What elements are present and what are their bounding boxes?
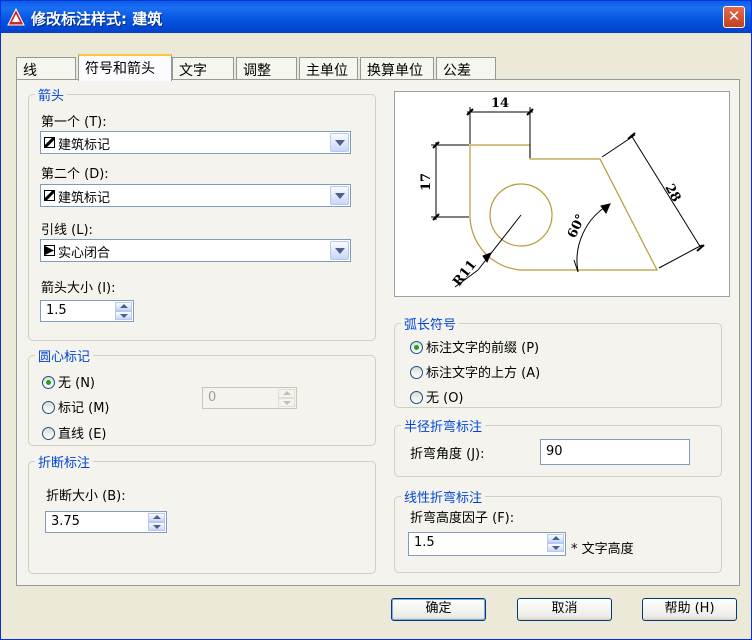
ok-button[interactable]: 确定 [391,598,486,621]
dimension-style-dialog: 修改标注样式: 建筑 ✕ 线 符号和箭头 文字 调整 主单位 换算单位 公差 箭… [0,0,752,640]
radio-dot-icon [410,391,423,404]
tab-label: 主单位 [306,63,348,79]
arrow-size-value: 1.5 [46,303,67,318]
radio-dot-icon [42,427,55,440]
center-mark-size-spinner: 0 [202,387,297,409]
center-marks-group-title: 圆心标记 [38,350,91,365]
tab-primary-units[interactable]: 主单位 [299,57,358,79]
center-mark-none-radio[interactable]: 无 (N) [42,372,95,391]
radio-label: 标注文字的前缀 (P) [426,341,540,356]
radio-label: 直线 (E) [58,427,107,442]
leader-label: 引线 (L): [41,223,93,238]
title-bar[interactable]: 修改标注样式: 建筑 ✕ [1,1,751,33]
tab-text[interactable]: 文字 [172,57,234,79]
spin-up-icon[interactable] [115,302,132,311]
radio-dot-icon [42,401,55,414]
radio-label: 无 (N) [58,376,96,391]
architectural-tick-icon [44,190,55,201]
tab-label: 符号和箭头 [85,61,155,77]
preview-angle: 60° [565,212,589,241]
arrowheads-group-title: 箭头 [38,89,65,104]
spin-down-icon[interactable] [115,311,132,320]
arrow-size-label: 箭头大小 (I): [41,281,116,296]
jog-factor-label: 折弯高度因子 (F): [410,511,515,526]
chevron-down-icon[interactable] [330,133,349,152]
radio-dot-icon [410,341,423,354]
preview-drawing: 14 17 28 60° R11 [419,96,705,289]
spin-down-icon[interactable] [148,522,165,531]
radio-dot-icon [42,376,55,389]
arc-prefix-radio[interactable]: 标注文字的前缀 (P) [410,337,539,356]
cancel-button[interactable]: 取消 [517,598,612,621]
jog-angle-value: 90 [546,444,563,459]
first-arrow-value: 建筑标记 [58,138,111,153]
spin-up-icon[interactable] [547,534,564,543]
chevron-down-icon[interactable] [330,241,349,260]
break-size-value: 3.75 [51,514,80,529]
preview-outline [469,144,658,271]
tab-label: 换算单位 [367,63,423,79]
preview-dim-left: 17 [419,173,434,191]
jog-angle-input[interactable]: 90 [540,439,690,465]
tab-fit[interactable]: 调整 [236,57,297,79]
second-arrow-value: 建筑标记 [58,191,111,206]
window-title: 修改标注样式: 建筑 [31,10,163,28]
tab-alternate-units[interactable]: 换算单位 [360,57,434,79]
dim-break-group-title: 折断标注 [38,456,91,471]
break-size-label: 折断大小 (B): [46,489,126,504]
style-preview: 14 17 28 60° R11 [394,91,730,297]
arrow-size-spinner[interactable]: 1.5 [40,300,134,322]
tab-label: 线 [23,63,37,79]
radius-jog-group-title: 半径折弯标注 [404,420,483,435]
leader-value: 实心闭合 [58,246,111,261]
second-arrow-label: 第二个 (D): [41,167,109,182]
radio-label: 无 (O) [426,391,464,406]
jog-factor-value: 1.5 [414,535,435,550]
preview-dim-top: 14 [491,96,509,111]
spin-down-icon[interactable] [547,543,564,552]
jog-factor-suffix: * 文字高度 [571,542,634,557]
first-arrow-label: 第一个 (T): [41,115,107,130]
center-mark-mark-radio[interactable]: 标记 (M) [42,397,110,416]
chevron-down-icon[interactable] [330,186,349,205]
linear-jog-group-title: 线性折弯标注 [404,491,483,506]
close-button[interactable]: ✕ [723,6,745,28]
radio-dot-icon [410,366,423,379]
preview-radius: R11 [450,257,480,289]
linear-jog-group: 线性折弯标注 [394,487,722,573]
jog-factor-spinner[interactable]: 1.5 [408,532,566,556]
close-icon: ✕ [727,7,741,25]
arc-above-radio[interactable]: 标注文字的上方 (A) [410,362,540,381]
closed-filled-arrow-icon [44,245,55,256]
help-button[interactable]: 帮助 (H) [642,598,737,621]
center-mark-line-radio[interactable]: 直线 (E) [42,423,107,442]
jog-angle-label: 折弯角度 (J): [410,447,485,462]
tab-label: 文字 [179,63,207,79]
preview-dim-diag: 28 [662,182,684,205]
radio-label: 标注文字的上方 (A) [426,366,541,381]
tab-lines[interactable]: 线 [16,57,76,79]
center-mark-size-value: 0 [208,390,217,405]
arc-none-radio[interactable]: 无 (O) [410,387,464,406]
tab-tolerances[interactable]: 公差 [436,57,496,79]
spin-up-icon [278,389,295,398]
tab-label: 公差 [443,63,471,79]
tab-label: 调整 [243,63,271,79]
first-arrow-select[interactable]: 建筑标记 [40,131,351,154]
tab-symbols-arrows[interactable]: 符号和箭头 [78,54,172,81]
leader-select[interactable]: 实心闭合 [40,239,351,262]
radio-label: 标记 (M) [58,401,110,416]
autocad-app-icon [7,8,25,26]
spin-up-icon[interactable] [148,513,165,522]
architectural-tick-icon [44,137,55,148]
spin-down-icon [278,398,295,407]
break-size-spinner[interactable]: 3.75 [45,511,167,533]
arc-length-group-title: 弧长符号 [404,318,457,333]
second-arrow-select[interactable]: 建筑标记 [40,184,351,207]
